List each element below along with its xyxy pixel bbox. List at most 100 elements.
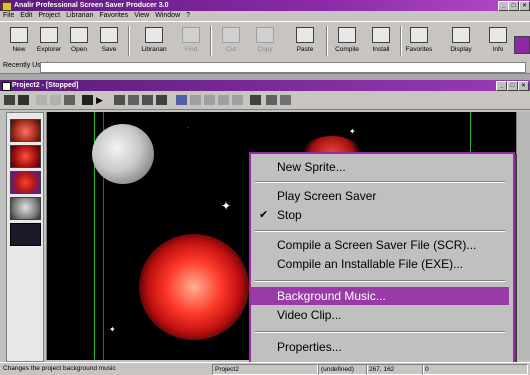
project-maximize-button[interactable]: □ — [507, 81, 518, 91]
favorites-button[interactable]: Favorites — [402, 24, 436, 58]
project-minimize-button[interactable]: _ — [496, 81, 507, 91]
install-button[interactable]: Install — [366, 24, 396, 58]
vertical-scrollbar[interactable] — [516, 112, 530, 360]
save-tool-icon[interactable] — [18, 95, 29, 105]
status-coords: 267, 162 — [366, 364, 424, 375]
favorites-label: Favorites — [405, 46, 433, 53]
menu-window[interactable]: Window — [152, 11, 183, 21]
close-button[interactable]: × — [519, 1, 530, 11]
menu-librarian[interactable]: Librarian — [63, 11, 96, 21]
menu-help[interactable]: ? — [183, 11, 193, 21]
menu-item-compile-scr[interactable]: Compile a Screen Saver File (SCR)... — [251, 236, 509, 254]
install-label: Install — [372, 46, 390, 53]
sprite-thumbnail[interactable] — [10, 223, 41, 246]
copy-icon — [256, 27, 274, 43]
project-window-title-bar[interactable]: Project2 - [Stopped] _ □ × — [0, 80, 530, 91]
menu-edit[interactable]: Edit — [17, 11, 35, 21]
tool-icon-11[interactable] — [266, 95, 277, 105]
cut-button[interactable]: Cut — [216, 24, 246, 58]
compile-label: Compile — [335, 46, 359, 53]
sun-sprite[interactable] — [139, 234, 249, 340]
stop-tool-icon[interactable] — [82, 95, 93, 105]
librarian-button[interactable]: Librarian — [136, 24, 172, 58]
menu-item-compile-exe[interactable]: Compile an Installable File (EXE)... — [251, 255, 509, 273]
menu-item-properties[interactable]: Properties... — [251, 338, 509, 356]
new-button[interactable]: New — [4, 24, 34, 58]
menu-project[interactable]: Project — [35, 11, 63, 21]
find-label: Find — [184, 46, 198, 53]
app-title-bar[interactable]: Analir Professional Screen Saver Produce… — [0, 0, 530, 11]
paste-button[interactable]: Paste — [290, 24, 320, 58]
compile-icon — [338, 27, 356, 43]
librarian-icon — [145, 27, 163, 43]
tool-icon-8[interactable] — [218, 95, 229, 105]
tool-icon-3[interactable] — [142, 95, 153, 105]
moon-sprite[interactable] — [92, 124, 154, 184]
menu-file[interactable]: File — [0, 11, 17, 21]
tool-icon-2[interactable] — [128, 95, 139, 105]
info-label: Info — [492, 46, 504, 53]
open-label: Open — [71, 46, 87, 53]
sprite-thumbnail[interactable] — [10, 145, 41, 168]
menu-favorites[interactable]: Favorites — [96, 11, 131, 21]
star-sprite: ✦ — [109, 325, 116, 334]
tool-icon-12[interactable] — [280, 95, 291, 105]
tool-icon-7[interactable] — [204, 95, 215, 105]
cut-icon — [222, 27, 240, 43]
explorer-button[interactable]: Explorer — [34, 24, 64, 58]
play-tool-icon[interactable]: ▶ — [96, 95, 107, 105]
sprite-thumbnail[interactable] — [10, 197, 41, 220]
find-button[interactable]: Find — [176, 24, 206, 58]
menu-item-label: Background Music... — [277, 289, 386, 303]
sprite-thumbnail[interactable] — [10, 119, 41, 142]
display-icon — [452, 27, 470, 43]
star-sprite: ✦ — [349, 127, 356, 136]
compile-button[interactable]: Compile — [332, 24, 362, 58]
menu-item-play-screen-saver[interactable]: Play Screen Saver — [251, 187, 509, 205]
save-button[interactable]: Save — [94, 24, 124, 58]
project-close-button[interactable]: × — [518, 81, 529, 91]
project-toolbar: ▶ — [0, 91, 530, 110]
app-title: Analir Professional Screen Saver Produce… — [14, 2, 169, 9]
main-toolbar: New Explorer Open Save Librarian Find Cu… — [0, 21, 530, 62]
cut-label: Cut — [225, 46, 237, 53]
cut-tool-icon[interactable] — [36, 95, 47, 105]
menu-item-new-sprite[interactable]: New Sprite... — [251, 158, 509, 176]
paste-tool-icon[interactable] — [64, 95, 75, 105]
properties-tool-icon[interactable] — [4, 95, 15, 105]
display-label: Display — [450, 46, 472, 53]
recently-used-field[interactable] — [40, 62, 526, 73]
copy-button[interactable]: Copy — [250, 24, 280, 58]
tool-icon-9[interactable] — [232, 95, 243, 105]
find-icon — [182, 27, 200, 43]
librarian-label: Librarian — [141, 46, 167, 53]
tool-icon-10[interactable] — [250, 95, 261, 105]
status-extra: 0 — [422, 364, 528, 375]
copy-label: Copy — [257, 46, 273, 53]
menu-view[interactable]: View — [131, 11, 152, 21]
favorites-icon — [410, 27, 428, 43]
menu-bar: File Edit Project Librarian Favorites Vi… — [0, 11, 530, 21]
new-document-icon — [10, 27, 28, 43]
tool-icon-1[interactable] — [114, 95, 125, 105]
maximize-button[interactable]: □ — [508, 1, 519, 11]
star-sprite: ✦ — [221, 199, 232, 213]
info-button[interactable]: Info — [484, 24, 512, 58]
app-icon — [2, 2, 12, 11]
status-project: Project2 — [212, 364, 318, 375]
menu-item-background-music[interactable]: Background Music... — [251, 287, 509, 305]
recently-used-bar: Recently Used — [0, 61, 530, 74]
menu-item-stop[interactable]: ✔ Stop — [251, 206, 509, 224]
copy-tool-icon[interactable] — [50, 95, 61, 105]
open-button[interactable]: Open — [64, 24, 94, 58]
sprite-thumbnail[interactable] — [10, 171, 41, 194]
menu-item-video-clip[interactable]: Video Clip... — [251, 306, 509, 324]
tool-icon-6[interactable] — [190, 95, 201, 105]
new-label: New — [12, 46, 26, 53]
menu-item-label: Compile a Screen Saver File (SCR)... — [277, 238, 477, 252]
menu-item-label: Stop — [277, 208, 302, 222]
explorer-icon — [40, 27, 58, 43]
tool-icon-5[interactable] — [176, 95, 187, 105]
display-button[interactable]: Display — [444, 24, 478, 58]
tool-icon-4[interactable] — [156, 95, 167, 105]
